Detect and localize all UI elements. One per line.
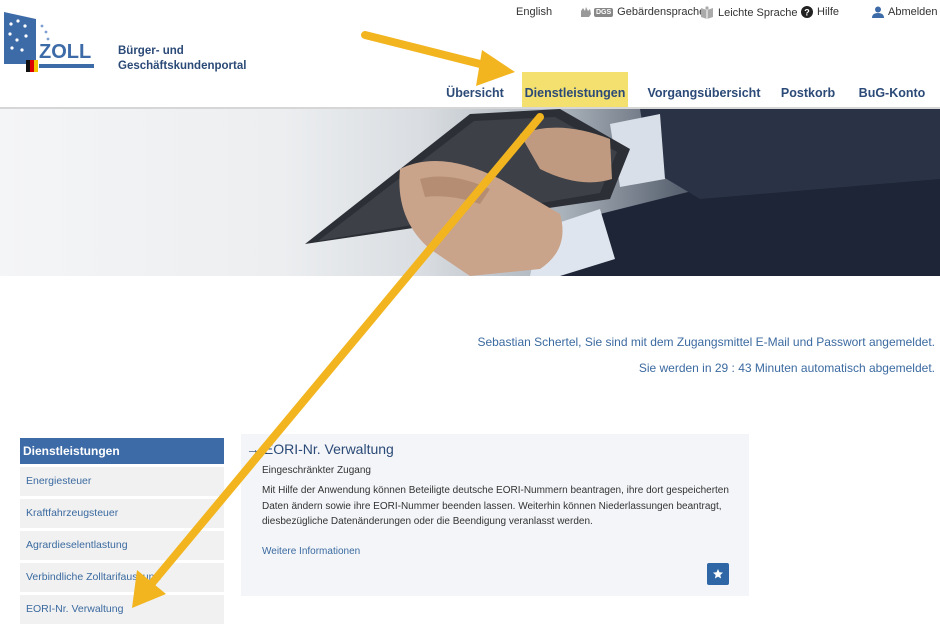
sign-language-badge: DGS xyxy=(594,7,614,17)
english-link[interactable]: English xyxy=(516,6,552,18)
sidebar-title: Dienstleistungen xyxy=(20,438,224,464)
nav-uebersicht[interactable]: Übersicht xyxy=(440,72,510,107)
service-card-access: Eingeschränkter Zugang xyxy=(262,465,371,476)
easy-language-label: Leichte Sprache xyxy=(718,6,798,19)
sign-language-link[interactable]: DGS Gebärdensprache xyxy=(579,6,705,18)
service-card-description: Mit Hilfe der Anwendung können Beteiligt… xyxy=(262,485,729,527)
sidebar: Dienstleistungen Energiesteuer Kraftfahr… xyxy=(20,438,224,624)
help-label: Hilfe xyxy=(817,6,840,18)
logo-text: ZOLL xyxy=(39,41,91,63)
portal-page: ZOLL Bürger- und Geschäftskundenportal E… xyxy=(0,0,940,637)
english-label: English xyxy=(516,6,553,18)
main-navigation: Übersicht Dienstleistungen Vorgangsübers… xyxy=(0,72,940,108)
sidebar-item-kraftfahrzeugsteuer[interactable]: Kraftfahrzeugsteuer xyxy=(20,499,224,528)
top-links: English DGS Gebärdensprache Leichte Spra… xyxy=(0,5,940,21)
favorite-button[interactable] xyxy=(707,563,729,585)
service-card: → EORI-Nr. Verwaltung Eingeschränkter Zu… xyxy=(241,434,749,596)
login-status-text: Sebastian Schertel, Sie sind mit dem Zug… xyxy=(477,335,935,349)
svg-text:?: ? xyxy=(804,8,810,18)
zoll-logo[interactable]: ZOLL xyxy=(4,12,96,74)
arrow-right-icon: → xyxy=(246,441,260,457)
sign-language-label: Gebärdensprache xyxy=(617,6,706,18)
sidebar-item-energiesteuer[interactable]: Energiesteuer xyxy=(20,467,224,496)
nav-dienstleistungen[interactable]: Dienstleistungen xyxy=(522,72,628,107)
nav-postkorb[interactable]: Postkorb xyxy=(776,72,840,107)
help-icon: ? xyxy=(801,6,813,18)
nav-bug-konto[interactable]: BuG-Konto xyxy=(852,72,932,107)
sidebar-item-agrardieselentlastung[interactable]: Agrardieselentlastung xyxy=(20,531,224,560)
service-card-title[interactable]: → EORI-Nr. Verwaltung xyxy=(246,441,394,457)
easy-language-icon xyxy=(700,6,714,19)
logout-label: Abmelden xyxy=(888,6,938,18)
portal-name: Bürger- und Geschäftskundenportal xyxy=(118,44,246,74)
sidebar-item-zolltarifauskunft[interactable]: Verbindliche Zolltarifauskunft xyxy=(20,563,224,592)
nav-vorgangsuebersicht[interactable]: Vorgangsübersicht xyxy=(644,72,764,107)
user-icon xyxy=(872,6,884,18)
sidebar-item-eori-verwaltung[interactable]: EORI-Nr. Verwaltung xyxy=(20,595,224,624)
logout-link[interactable]: Abmelden xyxy=(872,6,938,18)
star-icon xyxy=(713,569,723,579)
help-link[interactable]: ? Hilfe xyxy=(801,6,839,18)
portal-name-line1: Bürger- und xyxy=(118,45,184,57)
easy-language-link[interactable]: Leichte Sprache xyxy=(700,6,798,19)
sign-language-icon: DGS xyxy=(579,6,614,18)
hero-image xyxy=(0,109,940,276)
session-timeout-text: Sie werden in 29 : 43 Minuten automatisc… xyxy=(638,361,935,375)
service-card-title-text: EORI-Nr. Verwaltung xyxy=(263,441,394,457)
more-info-link[interactable]: Weitere Informationen xyxy=(262,546,360,557)
